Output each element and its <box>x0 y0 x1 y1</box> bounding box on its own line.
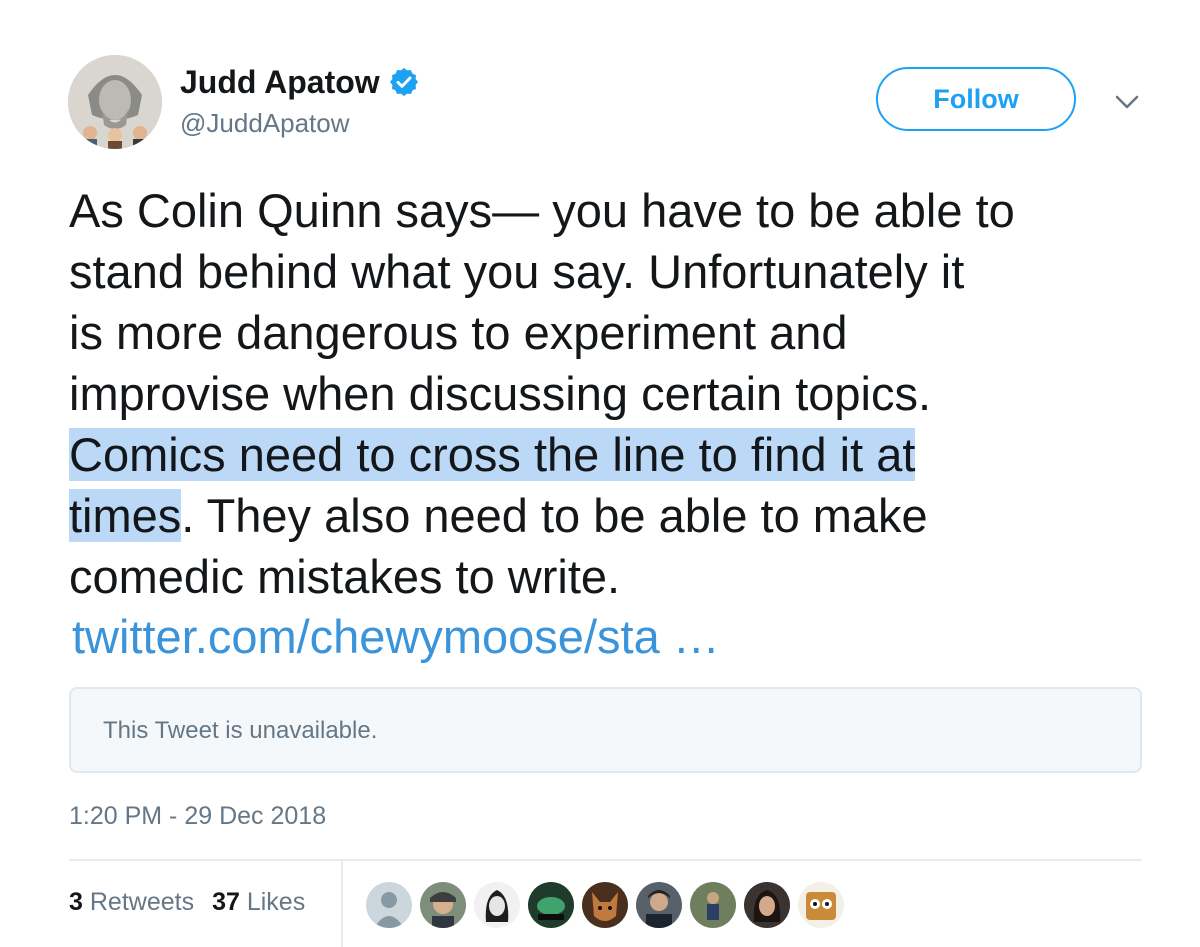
tweet-text-line: comedic mistakes to write. <box>69 550 621 603</box>
tweet-text-line: stand behind what you say. Unfortunately… <box>69 245 965 298</box>
likers-avatars <box>366 882 852 928</box>
liker-avatar-image <box>690 882 736 928</box>
liker-avatar-image <box>474 882 520 928</box>
tweet-text-fragment: . They also need to be able to make <box>181 489 928 542</box>
liker-avatar-image <box>744 882 790 928</box>
liker-avatar[interactable] <box>798 882 844 928</box>
retweets-label: Retweets <box>89 888 195 916</box>
quoted-tweet-unavailable-text: This Tweet is unavailable. <box>103 717 378 744</box>
tweet-text-line: As Colin Quinn says— you have to be able… <box>69 184 1015 237</box>
author-avatar-image <box>68 55 162 149</box>
verified-badge-icon <box>389 68 418 96</box>
tweet-text: As Colin Quinn says— you have to be able… <box>69 180 1169 607</box>
likes-stat[interactable]: 37 Likes <box>212 888 305 916</box>
tweet-link[interactable]: twitter.com/chewymoose/sta … <box>72 606 720 667</box>
liker-avatar[interactable] <box>420 882 466 928</box>
stats-divider <box>341 861 343 947</box>
liker-avatar[interactable] <box>528 882 574 928</box>
tweet-text-line-highlighted: Comics need to cross the line to find it… <box>69 424 1169 485</box>
text-selection: times <box>69 489 182 542</box>
author-name-row[interactable]: Judd Apatow <box>180 60 420 104</box>
liker-avatar-image <box>420 882 466 928</box>
liker-avatar[interactable] <box>582 882 628 928</box>
default-avatar-icon <box>366 882 412 928</box>
quoted-tweet-card[interactable]: This Tweet is unavailable. <box>69 687 1142 773</box>
tweet-text-line: improvise when discussing certain topics… <box>69 367 932 420</box>
tweet-text-line: times. They also need to be able to make <box>69 485 1169 546</box>
tweet-stats: 3 Retweets 37 Likes <box>69 888 305 917</box>
likes-label: Likes <box>246 888 306 916</box>
retweets-count: 3 <box>69 888 83 916</box>
tweet-text-line: is more dangerous to experiment and <box>69 306 848 359</box>
follow-button[interactable]: Follow <box>876 67 1076 131</box>
liker-avatar[interactable] <box>366 882 412 928</box>
author-name[interactable]: Judd Apatow <box>180 64 380 101</box>
liker-avatar-image <box>636 882 682 928</box>
author-handle[interactable]: @JuddApatow <box>180 108 350 139</box>
retweets-stat[interactable]: 3 Retweets <box>69 888 194 916</box>
liker-avatar[interactable] <box>690 882 736 928</box>
author-avatar[interactable] <box>68 55 162 149</box>
chevron-down-icon[interactable] <box>1112 92 1142 112</box>
tweet-timestamp[interactable]: 1:20 PM - 29 Dec 2018 <box>69 802 326 831</box>
liker-avatar-image <box>798 882 844 928</box>
divider <box>69 859 1142 861</box>
liker-avatar-image <box>582 882 628 928</box>
likes-count: 37 <box>212 888 240 916</box>
liker-avatar[interactable] <box>744 882 790 928</box>
liker-avatar[interactable] <box>636 882 682 928</box>
liker-avatar[interactable] <box>474 882 520 928</box>
text-selection: Comics need to cross the line to find it… <box>69 428 916 481</box>
liker-avatar-image <box>528 882 574 928</box>
